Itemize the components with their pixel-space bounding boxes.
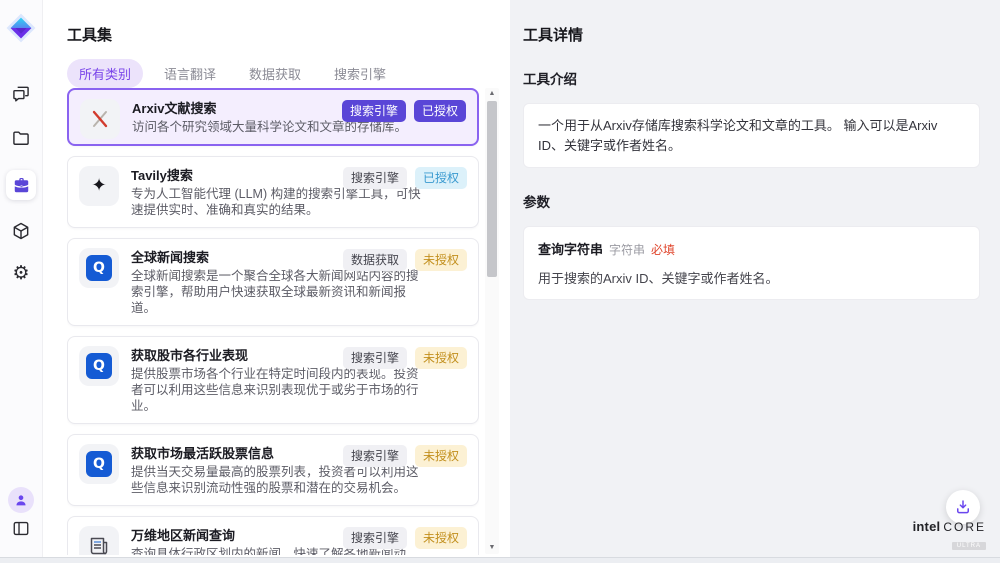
sidebar-item-chat[interactable] [11, 84, 31, 104]
toolset-title: 工具集 [67, 24, 112, 45]
tool-card[interactable]: Q 全球新闻搜索 全球新闻搜索是一个聚合全球各大新闻网站内容的搜索引擎，帮助用户… [67, 238, 479, 326]
toolbox-icon [12, 176, 31, 195]
scrollbar-up-arrow-icon[interactable]: ▲ [485, 88, 499, 100]
scrollbar-down-arrow-icon[interactable]: ▼ [485, 542, 499, 554]
params-heading: 参数 [523, 191, 980, 211]
param-required-badge: 必填 [651, 243, 675, 257]
auth-status-badge: 未授权 [415, 347, 467, 369]
core-wordmark: CORE [943, 520, 986, 534]
category-badge: 搜索引擎 [343, 527, 407, 549]
category-badge: 搜索引擎 [343, 167, 407, 189]
tavily-star-icon: ✦ [79, 166, 119, 206]
list-scrollbar[interactable]: ▲ ▼ [485, 88, 499, 554]
auth-status-badge: 已授权 [414, 100, 466, 122]
toolset-panel: 工具集 所有类别语言翻译数据获取搜索引擎 Arxiv文献搜索 访问各个研究领域大… [44, 0, 510, 563]
sidebar-item-settings[interactable]: ⚙︎ [12, 264, 29, 283]
auth-status-badge: 未授权 [415, 249, 467, 271]
app-logo[interactable] [5, 12, 37, 44]
tool-badges: 搜索引擎 已授权 [342, 100, 466, 122]
app-logo-icon [5, 12, 37, 44]
tool-description: 专为人工智能代理 (LLM) 构建的搜索引擎工具，可快速提供实时、准确和真实的结… [131, 186, 427, 218]
tool-description: 提供当天交易量最高的股票列表，投资者可以利用这些信息来识别流动性强的股票和潜在的… [131, 464, 427, 496]
category-badge: 搜索引擎 [343, 347, 407, 369]
param-type: 字符串 [609, 243, 645, 257]
detail-title: 工具详情 [523, 24, 980, 45]
tool-card[interactable]: Q 获取股市各行业表现 提供股票市场各个行业在特定时间段内的表现。投资者可以利用… [67, 336, 479, 424]
intro-card: 一个用于从Arxiv存储库搜索科学论文和文章的工具。 输入可以是Arxiv ID… [523, 103, 980, 168]
sidebar: ⚙︎ [0, 0, 43, 563]
tool-badges: 搜索引擎 未授权 [343, 347, 467, 369]
tool-badges: 搜索引擎 已授权 [343, 167, 467, 189]
tool-badges: 数据获取 未授权 [343, 249, 467, 271]
download-icon [954, 498, 972, 516]
params-container: 查询字符串字符串必填 用于搜索的Arxiv ID、关键字或作者姓名。 [523, 226, 980, 300]
cube-icon [11, 221, 31, 241]
tool-badges: 搜索引擎 未授权 [343, 527, 467, 549]
panel-icon [12, 519, 31, 538]
intel-core-logo: intelCORE ULTRA [913, 519, 986, 551]
arxiv-logo-icon [80, 99, 120, 139]
category-badge: 搜索引擎 [343, 445, 407, 467]
intel-wordmark: intel [913, 519, 941, 534]
sidebar-item-models[interactable] [11, 221, 31, 241]
category-badge: 数据获取 [343, 249, 407, 271]
scrollbar-thumb[interactable] [487, 101, 497, 277]
juhe-logo-icon: Q [79, 444, 119, 484]
tool-description: 提供股票市场各个行业在特定时间段内的表现。投资者可以利用这些信息来识别表现优于或… [131, 366, 427, 414]
param-description: 用于搜索的Arxiv ID、关键字或作者姓名。 [538, 268, 965, 287]
intro-heading: 工具介绍 [523, 68, 980, 88]
sidebar-item-collapse-sidebar[interactable] [12, 519, 31, 538]
category-tab[interactable]: 语言翻译 [152, 59, 228, 88]
auth-status-badge: 未授权 [415, 527, 467, 549]
tool-card[interactable]: 万维地区新闻查询 查询具体行政区划内的新闻，快速了解各地新闻动 搜索引擎 未授权 [67, 516, 479, 555]
tool-card[interactable]: ✦ Tavily搜索 专为人工智能代理 (LLM) 构建的搜索引擎工具，可快速提… [67, 156, 479, 228]
auth-status-badge: 未授权 [415, 445, 467, 467]
category-tab[interactable]: 所有类别 [67, 59, 143, 88]
category-tab[interactable]: 数据获取 [237, 59, 313, 88]
param-card: 查询字符串字符串必填 用于搜索的Arxiv ID、关键字或作者姓名。 [523, 226, 980, 300]
ultra-badge: ULTRA [952, 542, 986, 550]
sidebar-item-toolset[interactable] [6, 170, 36, 200]
folder-icon [11, 128, 31, 148]
tool-detail-panel: 工具详情 工具介绍 一个用于从Arxiv存储库搜索科学论文和文章的工具。 输入可… [510, 0, 1000, 563]
user-icon [13, 492, 29, 508]
auth-status-badge: 已授权 [415, 167, 467, 189]
category-tabs: 所有类别语言翻译数据获取搜索引擎 [67, 59, 398, 88]
tool-card[interactable]: Arxiv文献搜索 访问各个研究领域大量科学论文和文章的存储库。 搜索引擎 已授… [67, 88, 479, 146]
juhe-logo-icon: Q [79, 248, 119, 288]
tool-list: Arxiv文献搜索 访问各个研究领域大量科学论文和文章的存储库。 搜索引擎 已授… [67, 88, 479, 555]
window-bottom-edge [0, 557, 1000, 563]
newspaper-icon [79, 526, 119, 555]
intro-text: 一个用于从Arxiv存储库搜索科学论文和文章的工具。 输入可以是Arxiv ID… [538, 116, 965, 155]
tool-card[interactable]: Q 获取市场最活跃股票信息 提供当天交易量最高的股票列表，投资者可以利用这些信息… [67, 434, 479, 506]
tool-badges: 搜索引擎 未授权 [343, 445, 467, 467]
juhe-logo-icon: Q [79, 346, 119, 386]
sidebar-item-files[interactable] [11, 128, 31, 148]
category-badge: 搜索引擎 [342, 100, 406, 122]
chat-icon [11, 84, 31, 104]
gear-icon: ⚙︎ [12, 264, 29, 283]
sidebar-item-account[interactable] [8, 487, 34, 513]
param-name: 查询字符串 [538, 242, 603, 257]
tool-description: 全球新闻搜索是一个聚合全球各大新闻网站内容的搜索引擎，帮助用户快速获取全球最新资… [131, 268, 427, 316]
category-tab[interactable]: 搜索引擎 [322, 59, 398, 88]
